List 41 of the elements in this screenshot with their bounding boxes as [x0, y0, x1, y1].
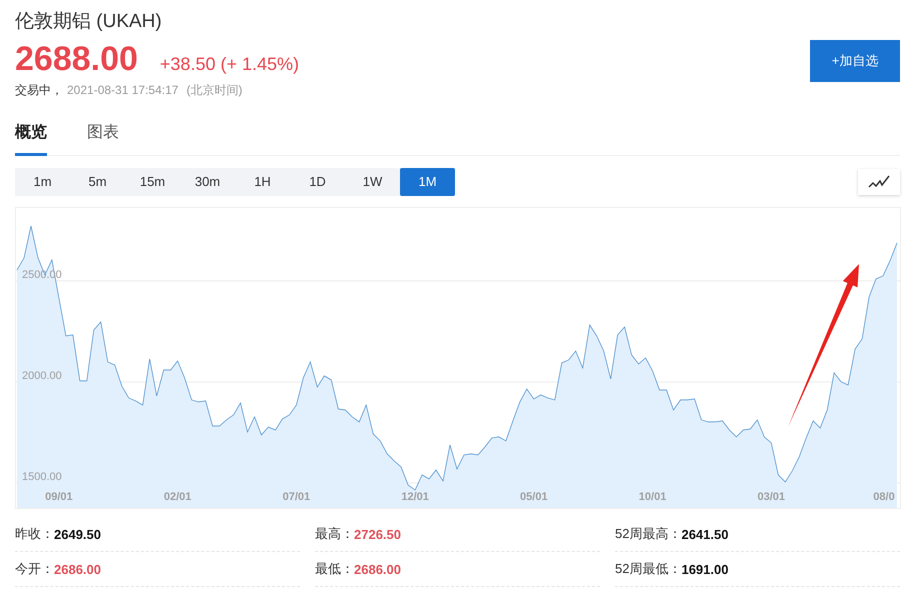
stat-value: 2649.50	[54, 526, 101, 542]
y-axis-label: 2000.00	[22, 370, 62, 382]
stat-label: 昨收：	[15, 525, 54, 543]
chart-type-button[interactable]	[858, 169, 900, 195]
tab[interactable]: 概览	[15, 118, 47, 156]
period-button[interactable]: 1m	[15, 168, 70, 196]
period-button[interactable]: 1H	[235, 168, 290, 196]
last-price: 2688.00	[15, 40, 138, 78]
line-chart-icon	[868, 175, 890, 189]
y-axis-label: 1500.00	[22, 470, 62, 483]
stat-value: 2686.00	[54, 562, 101, 576]
trading-status: 交易中，	[15, 82, 63, 98]
x-axis-label: 10/01	[638, 491, 666, 503]
x-axis-label: 03/01	[758, 491, 786, 503]
x-axis-label: 05/01	[520, 491, 548, 503]
stat-value: 1691.00	[681, 562, 728, 576]
period-button[interactable]: 15m	[125, 168, 180, 196]
add-to-watchlist-button[interactable]: +加自选	[810, 40, 900, 82]
instrument-title: 伦敦期铝 (UKAH)	[15, 10, 163, 34]
x-axis-label: 08/0	[873, 491, 895, 503]
timezone-label: (北京时间)	[186, 82, 242, 98]
stat-label: 最低：	[315, 560, 354, 578]
period-button[interactable]: 1D	[290, 168, 345, 196]
timestamp: 2021-08-31 17:54:17	[67, 82, 178, 98]
x-axis-label: 07/01	[282, 491, 310, 503]
tab[interactable]: 图表	[87, 118, 119, 156]
x-axis-label: 12/01	[401, 491, 429, 503]
stat-label: 52周最高：	[615, 525, 682, 543]
period-button[interactable]: 30m	[180, 168, 235, 196]
period-button[interactable]: 1M	[400, 168, 455, 196]
stat-label: 最高：	[315, 525, 354, 543]
stat-value: 2641.50	[681, 526, 728, 542]
stat-value: 2726.50	[354, 526, 401, 542]
stat-label: 52周最低：	[615, 560, 682, 578]
period-button[interactable]: 5m	[70, 168, 125, 196]
stat-label: 今开：	[15, 560, 54, 578]
price-change: +38.50 (+ 1.45%)	[160, 54, 300, 75]
stat-value: 2686.00	[354, 562, 401, 576]
period-button[interactable]: 1W	[345, 168, 400, 196]
x-axis-label: 02/01	[164, 491, 192, 503]
x-axis-label: 09/01	[45, 491, 73, 503]
